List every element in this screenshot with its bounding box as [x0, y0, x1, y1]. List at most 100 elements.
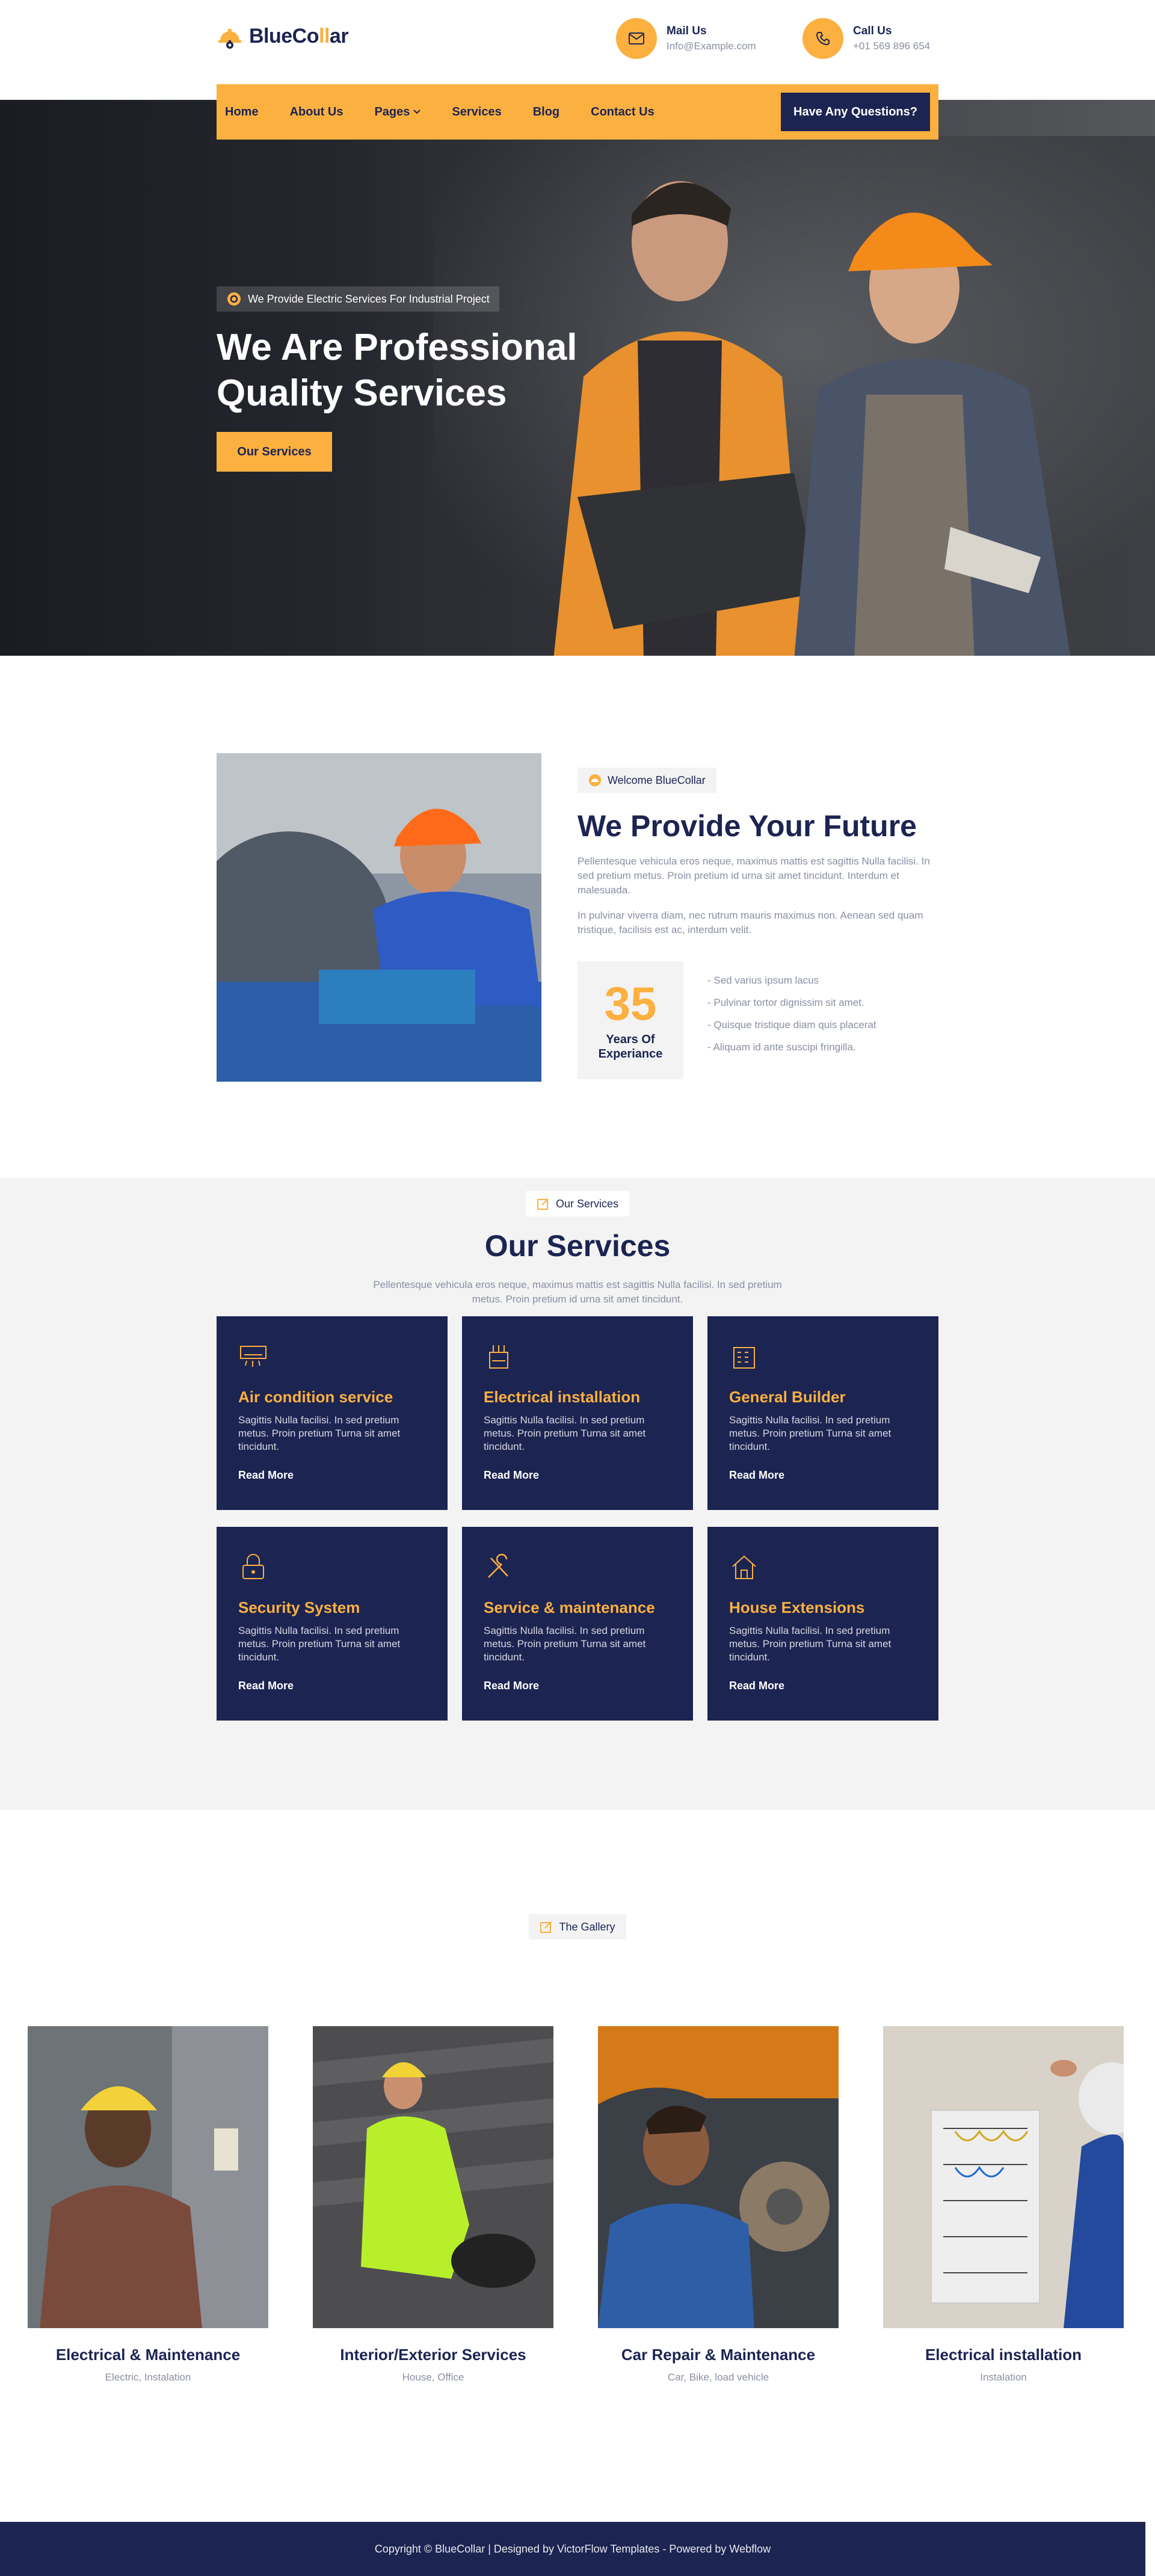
service-text: Sagittis Nulla facilisi. In sed pretium … — [238, 1414, 401, 1452]
service-title: Air condition service — [238, 1388, 393, 1406]
call-value[interactable]: +01 569 896 654 — [853, 40, 930, 52]
main-navbar: Home About Us Pages Services Blog Contac… — [217, 84, 938, 140]
service-text: Sagittis Nulla facilisi. In sed pretium … — [238, 1625, 401, 1663]
edit-icon — [540, 1921, 552, 1933]
about-section: Welcome BlueCollar We Provide Your Futur… — [0, 656, 1155, 1178]
service-text: Sagittis Nulla facilisi. In sed pretium … — [729, 1625, 892, 1663]
chevron-down-icon — [413, 109, 421, 114]
phone-icon — [802, 18, 843, 59]
welcome-badge-text: Welcome BlueCollar — [608, 774, 706, 786]
security-lock-icon — [242, 1554, 264, 1579]
gallery-subtitle: House, Office — [402, 2371, 464, 2383]
gallery-image — [598, 2026, 839, 2328]
building-icon — [733, 1347, 755, 1369]
service-title: House Extensions — [729, 1598, 865, 1616]
gallery-image — [883, 2026, 1145, 2328]
copyright-text: Copyright © BlueCollar | Designed by Vic… — [374, 2542, 771, 2555]
nav-pages[interactable]: Pages — [374, 105, 421, 119]
our-services-button[interactable]: Our Services — [217, 432, 332, 472]
mail-value[interactable]: Info@Example.com — [667, 40, 756, 52]
service-text: Sagittis Nulla facilisi. In sed pretium … — [484, 1414, 646, 1452]
service-card[interactable]: Air condition service Sagittis Nulla fac… — [217, 1316, 448, 1510]
service-title: Security System — [238, 1598, 360, 1616]
gallery-item[interactable]: Interior/Exterior Services House, Office — [313, 2026, 553, 2383]
gallery-badge-text: The Gallery — [559, 1920, 615, 1933]
read-more-link[interactable]: Read More — [729, 1680, 784, 1692]
gallery-title: Car Repair & Maintenance — [621, 2346, 816, 2364]
nav-home[interactable]: Home — [225, 105, 259, 119]
contact-call[interactable]: Call Us +01 569 896 654 — [802, 18, 930, 59]
brand-name: BlueCollar — [249, 24, 349, 48]
gallery-item[interactable]: Electrical & Maintenance Electric, Insta… — [28, 2026, 268, 2383]
nav-pages-label: Pages — [374, 105, 410, 119]
gallery-title: Interior/Exterior Services — [340, 2346, 526, 2364]
services-title: Our Services — [484, 1229, 671, 1263]
gallery-grid: Electrical & Maintenance Electric, Insta… — [28, 2026, 1145, 2383]
top-header: BlueCollar Mail Us Info@Example.com Call… — [0, 0, 1155, 140]
brand-logo[interactable]: BlueCollar — [217, 23, 349, 49]
about-title: We Provide Your Future — [578, 809, 917, 843]
about-paragraph-2: In pulvinar viverra diam, nec rutrum mau… — [578, 910, 923, 935]
service-card[interactable]: Electrical installation Sagittis Nulla f… — [462, 1316, 693, 1510]
read-more-link[interactable]: Read More — [238, 1469, 294, 1482]
read-more-link[interactable]: Read More — [729, 1469, 784, 1482]
footer: Copyright © BlueCollar | Designed by Vic… — [0, 2522, 1145, 2576]
gallery-image — [313, 2026, 553, 2328]
call-title: Call Us — [853, 25, 892, 37]
experience-row: 35 Years Of Experiance - Sed varius ipsu… — [578, 961, 938, 1079]
gallery-image — [28, 2026, 268, 2328]
list-item: - Aliquam id ante suscipi fringilla. — [707, 1041, 856, 1053]
services-badge-text: Our Services — [555, 1197, 619, 1210]
hero-title: We Are Professional Quality Services — [217, 327, 578, 414]
services-grid: Air condition service Sagittis Nulla fac… — [217, 1316, 938, 1721]
contact-mail[interactable]: Mail Us Info@Example.com — [616, 18, 756, 59]
air-conditioner-icon — [240, 1346, 266, 1367]
read-more-link[interactable]: Read More — [238, 1680, 294, 1692]
services-badge: Our Services — [525, 1191, 630, 1216]
nav-services[interactable]: Services — [452, 105, 501, 119]
service-card[interactable]: Security System Sagittis Nulla facilisi.… — [217, 1527, 448, 1721]
gallery-subtitle: Car, Bike, load vehicle — [667, 2371, 769, 2383]
service-text: Sagittis Nulla facilisi. In sed pretium … — [484, 1625, 646, 1663]
list-item: - Quisque tristique diam quis placerat — [707, 1019, 876, 1031]
nav-contact-us[interactable]: Contact Us — [591, 105, 654, 119]
house-icon — [732, 1555, 756, 1579]
hero-tag: We Provide Electric Services For Industr… — [217, 286, 499, 312]
services-subtitle: Pellentesque vehicula eros neque, maximu… — [373, 1279, 782, 1305]
read-more-link[interactable]: Read More — [484, 1469, 539, 1482]
gallery-item[interactable]: Car Repair & Maintenance Car, Bike, load… — [598, 2026, 839, 2383]
service-card[interactable]: Service & maintenance Sagittis Nulla fac… — [462, 1527, 693, 1721]
experience-number: 35 — [604, 977, 657, 1030]
experience-label: Years Of Experiance — [598, 1033, 663, 1061]
nav-about-us[interactable]: About Us — [290, 105, 343, 119]
gallery-subtitle: Instalation — [980, 2371, 1027, 2383]
gallery-item[interactable]: Electrical installation Instalation — [883, 2026, 1145, 2383]
service-title: Electrical installation — [484, 1388, 641, 1406]
list-item: - Pulvinar tortor dignissim sit amet. — [707, 997, 864, 1008]
edit-icon — [537, 1198, 549, 1210]
about-paragraph-1: Pellentesque vehicula eros neque, maximu… — [578, 855, 930, 896]
services-header: Our Services Our Services Pellentesque v… — [0, 1178, 1155, 1307]
mail-title: Mail Us — [667, 25, 707, 37]
gallery-title: Electrical installation — [925, 2346, 1082, 2364]
gallery-section: The Gallery Electrical & Maintenance Ele… — [0, 1810, 1155, 2522]
services-section: Our Services Our Services Pellentesque v… — [0, 1178, 1155, 1810]
questions-button[interactable]: Have Any Questions? — [781, 93, 930, 131]
read-more-link[interactable]: Read More — [484, 1680, 539, 1692]
hero-tag-text: We Provide Electric Services For Industr… — [248, 292, 490, 305]
gallery-title: Electrical & Maintenance — [55, 2346, 241, 2364]
experience-box: 35 Years Of Experiance — [578, 961, 683, 1079]
gallery-subtitle: Electric, Instalation — [105, 2371, 191, 2383]
gallery-badge: The Gallery — [529, 1914, 626, 1940]
helmet-icon — [589, 774, 601, 786]
hero-section: We Provide Electric Services For Industr… — [0, 100, 1155, 656]
electrical-icon — [489, 1345, 508, 1369]
welcome-badge: Welcome BlueCollar — [578, 768, 716, 793]
hero-content: We Provide Electric Services For Industr… — [217, 286, 638, 472]
mail-icon — [616, 18, 657, 59]
nav-blog[interactable]: Blog — [533, 105, 559, 119]
service-card[interactable]: General Builder Sagittis Nulla facilisi.… — [707, 1316, 938, 1510]
tools-icon — [488, 1553, 508, 1578]
service-card[interactable]: House Extensions Sagittis Nulla facilisi… — [707, 1527, 938, 1721]
about-worker-image — [217, 753, 541, 1082]
